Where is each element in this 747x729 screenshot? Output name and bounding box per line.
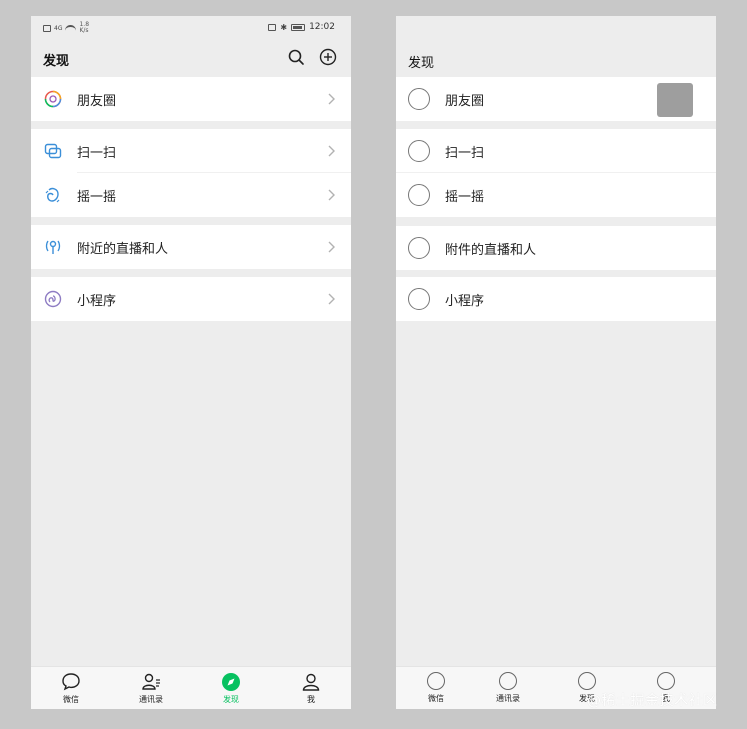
bluetooth-icon: ✱ [280, 22, 288, 32]
cell-scan[interactable]: 扫一扫 [396, 129, 716, 173]
cell-label: 附近的直播和人 [77, 242, 169, 257]
me-icon [302, 673, 320, 691]
moments-icon [44, 90, 62, 108]
sim-icon [43, 24, 51, 32]
nfc-icon [268, 23, 277, 31]
signal-label: 4G [54, 24, 63, 32]
page-title: 发现 [408, 56, 435, 71]
icon-placeholder [408, 140, 430, 162]
tab-label: 我 [307, 695, 315, 704]
chevron-right-icon [328, 93, 335, 105]
left-phone-screen: 4G 1.8 K/s ✱ 12:02 发现 朋友圈 扫一扫 摇一摇 附近的直播和… [31, 16, 351, 709]
icon-placeholder [408, 88, 430, 110]
cell-nearby[interactable]: 附近的直播和人 [31, 225, 351, 269]
nearby-icon [45, 240, 61, 254]
cell-label: 小程序 [445, 294, 485, 309]
thumbnail-placeholder [657, 83, 693, 117]
cell-shake[interactable]: 摇一摇 [31, 173, 351, 217]
cell-label: 摇一摇 [445, 190, 485, 205]
chevron-right-icon [328, 241, 335, 253]
status-bar: 4G 1.8 K/s ✱ 12:02 [31, 16, 351, 40]
tab-label: 通讯录 [496, 694, 520, 703]
tab-label: 通讯录 [139, 695, 163, 704]
tab-label: 发现 [223, 695, 239, 704]
cell-moments[interactable]: 朋友圈 [396, 77, 716, 121]
search-icon[interactable] [287, 48, 305, 66]
wifi-icon [65, 24, 77, 32]
plus-icon[interactable] [319, 48, 337, 66]
cell-mini-program[interactable]: 小程序 [31, 277, 351, 321]
icon-placeholder [408, 237, 430, 259]
discover-icon [222, 673, 240, 691]
watermark-text: @稀土掘金技术社区 [587, 693, 718, 709]
chevron-right-icon [328, 293, 335, 305]
network-speed: 1.8 K/s [79, 21, 90, 34]
tab-label: 微信 [63, 695, 79, 704]
contacts-icon [142, 673, 160, 690]
cell-label: 小程序 [77, 294, 117, 309]
right-phone-wireframe: 发现 朋友圈 扫一扫 摇一摇 附件的直播和人 小程序 微信 通讯录 发现 我 [396, 16, 716, 709]
tab-discover[interactable]: 发现 [191, 667, 271, 709]
nav-header: 发现 [31, 40, 351, 76]
cell-shake[interactable]: 摇一摇 [396, 173, 716, 217]
chevron-right-icon [328, 145, 335, 157]
tab-contacts[interactable]: 通讯录 [468, 667, 548, 709]
icon-placeholder [408, 184, 430, 206]
clock-time: 12:02 [309, 22, 335, 32]
tab-icon-placeholder [657, 672, 675, 690]
cell-label: 朋友圈 [77, 94, 117, 109]
cell-label: 朋友圈 [445, 94, 485, 109]
page-title: 发现 [43, 54, 70, 69]
bottom-tab-bar: 微信 通讯录 发现 我 [31, 666, 351, 709]
cell-label: 扫一扫 [445, 146, 485, 161]
cell-label: 摇一摇 [77, 190, 117, 205]
cell-moments[interactable]: 朋友圈 [31, 77, 351, 121]
cell-label: 附件的直播和人 [445, 243, 537, 258]
cell-mini-program[interactable]: 小程序 [396, 277, 716, 321]
tab-label: 微信 [428, 694, 444, 703]
tab-icon-placeholder [578, 672, 596, 690]
cell-label: 扫一扫 [77, 146, 117, 161]
battery-icon [291, 23, 306, 31]
chat-icon [62, 673, 80, 691]
chevron-right-icon [328, 189, 335, 201]
tab-chats[interactable]: 微信 [31, 667, 111, 709]
shake-icon [45, 187, 60, 203]
tab-contacts[interactable]: 通讯录 [111, 667, 191, 709]
icon-placeholder [408, 288, 430, 310]
cell-scan[interactable]: 扫一扫 [31, 129, 351, 173]
nav-header: 发现 [396, 42, 716, 78]
mini-program-icon [44, 290, 62, 308]
tab-me[interactable]: 我 [271, 667, 351, 709]
tab-icon-placeholder [427, 672, 445, 690]
tab-icon-placeholder [499, 672, 517, 690]
cell-nearby[interactable]: 附件的直播和人 [396, 226, 716, 270]
tab-chats[interactable]: 微信 [396, 667, 476, 709]
scan-icon [44, 143, 62, 159]
